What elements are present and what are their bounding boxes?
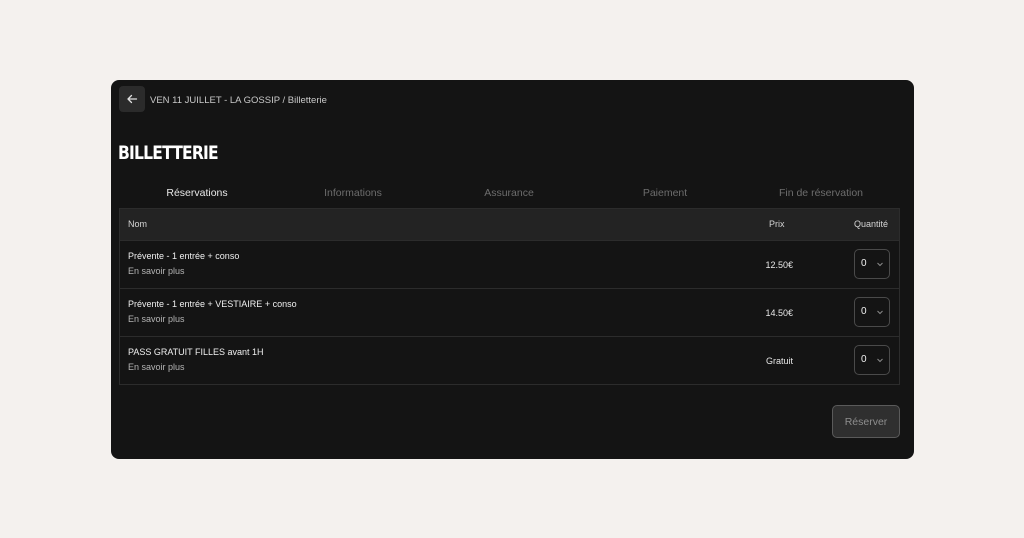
quantity-value: 0 — [861, 306, 867, 317]
column-header-quantity: Quantité — [854, 219, 889, 229]
ticket-name: Prévente - 1 entrée + conso — [128, 251, 240, 261]
tab-paiement[interactable]: Paiement — [587, 187, 743, 201]
chevron-down-icon — [877, 262, 883, 267]
quantity-select[interactable]: 0 — [854, 249, 890, 279]
more-info-link[interactable]: En savoir plus — [128, 362, 185, 372]
chevron-down-icon — [877, 310, 883, 315]
tab-assurance[interactable]: Assurance — [431, 187, 587, 201]
tab-reservations[interactable]: Réservations — [119, 187, 275, 201]
page-title: BILLETTERIE — [118, 142, 219, 164]
table-row: PASS GRATUIT FILLES avant 1H En savoir p… — [120, 337, 899, 385]
quantity-select[interactable]: 0 — [854, 297, 890, 327]
quantity-value: 0 — [861, 354, 867, 365]
more-info-link[interactable]: En savoir plus — [128, 314, 185, 324]
more-info-link[interactable]: En savoir plus — [128, 266, 185, 276]
breadcrumb: VEN 11 JUILLET - LA GOSSIP / Billetterie — [150, 95, 327, 106]
tab-informations[interactable]: Informations — [275, 187, 431, 201]
ticket-price: Gratuit — [765, 356, 793, 366]
quantity-select[interactable]: 0 — [854, 345, 890, 375]
chevron-down-icon — [877, 358, 883, 363]
table-row: Prévente - 1 entrée + conso En savoir pl… — [120, 241, 899, 289]
back-button[interactable] — [119, 86, 145, 112]
quantity-value: 0 — [861, 258, 867, 269]
tab-fin-de-reservation[interactable]: Fin de réservation — [743, 187, 899, 201]
tickets-table: Nom Prix Quantité Prévente - 1 entrée + … — [119, 208, 900, 385]
step-tabs: Réservations Informations Assurance Paie… — [119, 187, 899, 201]
column-header-name: Nom — [128, 219, 148, 229]
column-header-price: Prix — [769, 219, 785, 229]
table-header: Nom Prix Quantité — [120, 209, 899, 241]
reserve-button[interactable]: Réserver — [832, 405, 900, 438]
table-row: Prévente - 1 entrée + VESTIAIRE + conso … — [120, 289, 899, 337]
arrow-left-icon — [127, 94, 138, 104]
ticket-price: 14.50€ — [765, 308, 793, 318]
ticket-name: Prévente - 1 entrée + VESTIAIRE + conso — [128, 299, 297, 309]
ticket-price: 12.50€ — [765, 260, 793, 270]
ticket-name: PASS GRATUIT FILLES avant 1H — [128, 347, 264, 357]
ticketing-card: VEN 11 JUILLET - LA GOSSIP / Billetterie… — [111, 80, 914, 459]
